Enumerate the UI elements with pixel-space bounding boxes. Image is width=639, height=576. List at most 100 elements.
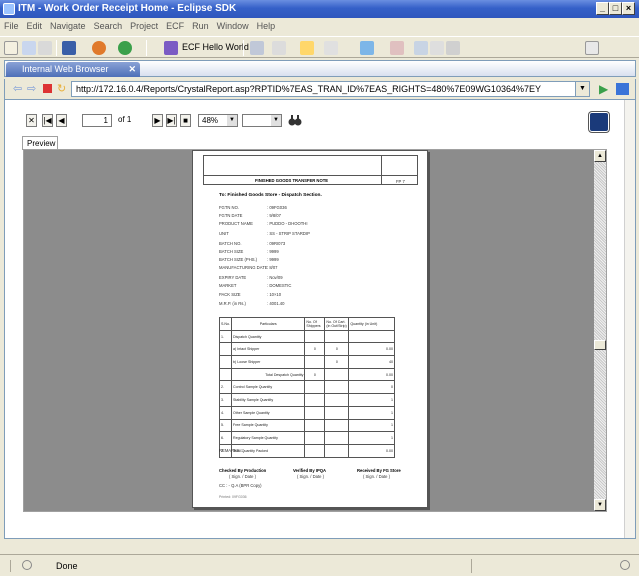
signature-sub: ( Sign. / Date ): [297, 474, 324, 479]
perspective-icon[interactable]: [585, 41, 599, 55]
cell-quantity: 1: [348, 431, 395, 445]
debug-icon[interactable]: [92, 41, 106, 55]
next-page-icon[interactable]: ▶: [152, 114, 163, 127]
save-icon[interactable]: [22, 41, 36, 55]
ecf-icon[interactable]: [164, 41, 178, 55]
open-perspective-icon[interactable]: [360, 41, 374, 55]
toolbar-misc-icon[interactable]: [414, 41, 428, 55]
signature-sub: ( Sign. / Date ): [363, 474, 390, 479]
toolbar-separator: [243, 40, 244, 56]
forward-arrow-icon[interactable]: [324, 41, 338, 55]
menu-navigate[interactable]: Navigate: [50, 21, 86, 31]
report-footer: Printed: 09FG036: [219, 495, 247, 499]
cell-particulars: b) Loose Shipper: [230, 355, 306, 369]
cell-sno: 5.: [219, 418, 232, 433]
find-binoculars-icon[interactable]: [288, 113, 302, 127]
cell-particulars: Total Despatch Quantity: [230, 367, 306, 382]
status-separator: [471, 559, 472, 573]
field-value: : 09FG036: [267, 205, 287, 210]
table-header-cell: S.No.: [219, 317, 232, 331]
menu-window[interactable]: Window: [217, 21, 249, 31]
cell-sno: [219, 367, 232, 382]
page-number-input[interactable]: 1: [82, 114, 112, 127]
search-dropdown-icon[interactable]: ▼: [271, 115, 281, 126]
toolbar-misc-icon[interactable]: [430, 41, 444, 55]
cell-shippers: 0: [304, 367, 326, 382]
cell-cartons: [324, 443, 350, 458]
url-dropdown-icon[interactable]: ▼: [575, 82, 589, 96]
cell-shippers: [304, 393, 326, 407]
back-icon[interactable]: ⇦: [13, 82, 22, 95]
menu-help[interactable]: Help: [257, 21, 276, 31]
url-input[interactable]: http://172.16.0.4/Reports/CrystalReport.…: [71, 81, 590, 97]
table-row: Total Despatch Quantity 0 0.00: [219, 367, 395, 382]
new-icon[interactable]: [4, 41, 18, 55]
status-progress-icon: [620, 560, 630, 570]
cell-shippers: 0: [304, 342, 326, 357]
close-button[interactable]: ×: [622, 2, 635, 15]
cell-cartons: [324, 431, 350, 445]
cell-particulars: a) Intact Shipper: [230, 342, 306, 357]
menu-ecf[interactable]: ECF: [166, 21, 184, 31]
header-divider: [203, 175, 418, 176]
maximize-button[interactable]: □: [609, 2, 622, 15]
close-tab-icon[interactable]: ✕: [128, 62, 136, 77]
crystal-reports-logo-icon: [589, 112, 609, 132]
last-page-icon[interactable]: ▶|: [166, 114, 177, 127]
cell-cartons: [324, 418, 350, 433]
cell-sno: 6.: [219, 431, 232, 445]
prev-page-icon[interactable]: ◀: [56, 114, 67, 127]
field-label: M.R.P. (in Rs.): [219, 301, 246, 306]
toolbar-tool-icon[interactable]: [250, 41, 264, 55]
tab-preview[interactable]: Preview: [22, 136, 58, 150]
toolbar-separator: [56, 40, 57, 56]
cell-quantity: 1: [348, 418, 395, 433]
scroll-down-icon[interactable]: ▼: [594, 499, 606, 511]
browser-scrollbar[interactable]: [624, 100, 635, 538]
back-arrow-icon[interactable]: [300, 41, 314, 55]
cell-particulars: Total Quantity Packed: [230, 443, 306, 458]
first-page-icon[interactable]: |◀: [42, 114, 53, 127]
go-arrow-icon[interactable]: [616, 83, 629, 95]
ecf-hello-world-button[interactable]: ECF Hello World: [182, 42, 249, 52]
stop-loading-icon[interactable]: ■: [180, 114, 191, 127]
minimize-button[interactable]: _: [596, 2, 609, 15]
report-vertical-scrollbar[interactable]: ▲ ▼: [594, 150, 606, 511]
field-label: BATCH SIZE (PHS.): [219, 257, 258, 262]
go-icon[interactable]: ▶: [599, 82, 608, 96]
field-label: UNIT: [219, 231, 229, 236]
report-viewer-toolbar: ✕ |◀ ◀ 1 of 1 ▶ ▶| ■ 48% ▼ ▼: [18, 110, 612, 136]
menu-file[interactable]: File: [4, 21, 19, 31]
close-report-icon[interactable]: ✕: [26, 114, 37, 127]
scroll-thumb[interactable]: [594, 340, 606, 350]
print-icon[interactable]: [38, 41, 52, 55]
external-tools-icon[interactable]: [62, 41, 76, 55]
next-annotation-icon[interactable]: [272, 41, 286, 55]
table-header-cell: No. Of Cart. (in Out/Strip): [324, 317, 350, 331]
menu-run[interactable]: Run: [192, 21, 209, 31]
refresh-icon[interactable]: ↻: [57, 82, 66, 95]
quantity-table: S.No. Particulars No. Of Shippers No. Of…: [219, 317, 395, 458]
stop-icon[interactable]: [43, 84, 52, 93]
report-page: FINISHED GOODS TRANSFER NOTE FP 7 To: Fi…: [192, 150, 428, 508]
run-icon[interactable]: [118, 41, 132, 55]
field-label: FGTN DATE: [219, 213, 243, 218]
cell-shippers: [304, 443, 326, 458]
menu-project[interactable]: Project: [130, 21, 158, 31]
cell-cartons: [324, 393, 350, 407]
signature-role: Verified By IPQA: [293, 468, 327, 473]
menu-search[interactable]: Search: [94, 21, 123, 31]
forward-icon[interactable]: ⇨: [27, 82, 36, 95]
toolbar-misc-icon[interactable]: [446, 41, 460, 55]
tab-internal-web-browser[interactable]: Internal Web Browser ✕: [6, 62, 140, 77]
menu-edit[interactable]: Edit: [27, 21, 43, 31]
field-value: : 10×10: [267, 292, 282, 297]
pencil-icon[interactable]: [390, 41, 404, 55]
zoom-dropdown-icon[interactable]: ▼: [227, 115, 237, 126]
scroll-up-icon[interactable]: ▲: [594, 150, 606, 162]
cell-shippers: [304, 431, 326, 445]
table-row: 1. Dispatch Quantity: [219, 329, 395, 344]
field-value: : 9/8/07: [267, 213, 281, 218]
cell-shippers: [304, 329, 326, 344]
page-count: of 1: [118, 115, 132, 124]
